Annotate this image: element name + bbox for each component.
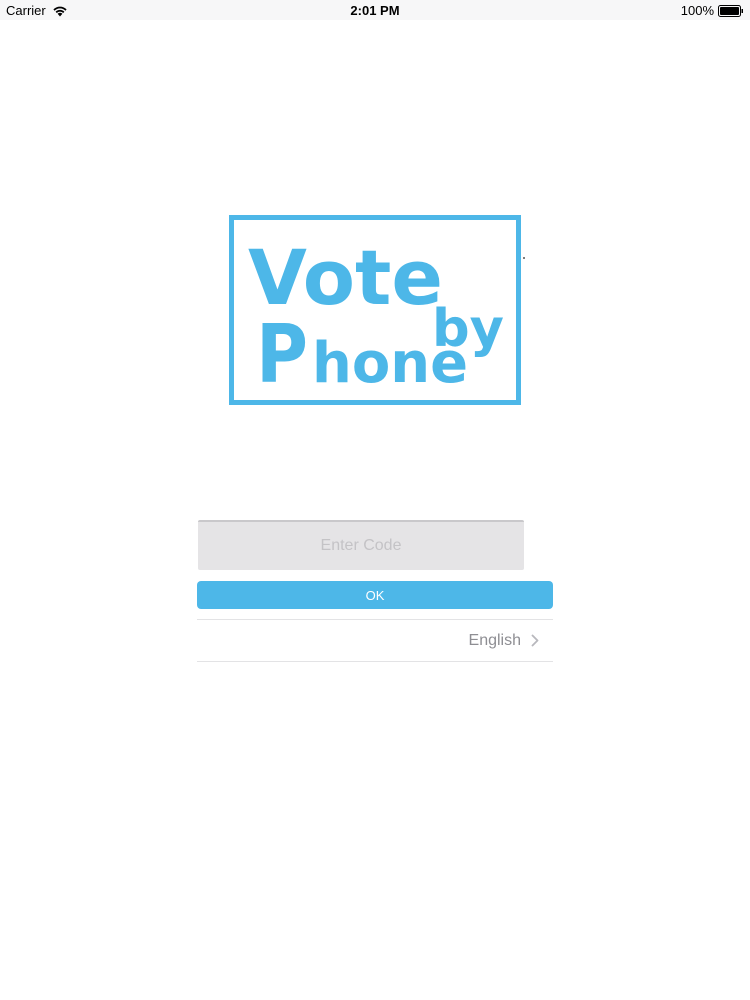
language-selector-row[interactable]: English (197, 620, 553, 661)
language-label: English (468, 631, 521, 649)
chevron-right-icon (531, 634, 539, 647)
battery-percent: 100% (680, 3, 714, 18)
vote-by-phone-logo: Vote by P hone (229, 215, 521, 405)
status-bar: Carrier 2:01 PM 100% (0, 0, 750, 20)
enter-code-input[interactable] (198, 520, 524, 570)
ok-button[interactable]: OK (197, 581, 553, 609)
logo-letter-p: P (256, 308, 308, 400)
decorative-dot (523, 257, 525, 259)
status-time: 2:01 PM (350, 3, 400, 18)
screen: Carrier 2:01 PM 100% Vote by P hone Ente… (0, 0, 750, 1000)
logo-word-hone: hone (312, 331, 468, 396)
status-right: 100% (681, 3, 744, 18)
divider-bottom (197, 661, 553, 662)
battery-icon (718, 4, 744, 17)
